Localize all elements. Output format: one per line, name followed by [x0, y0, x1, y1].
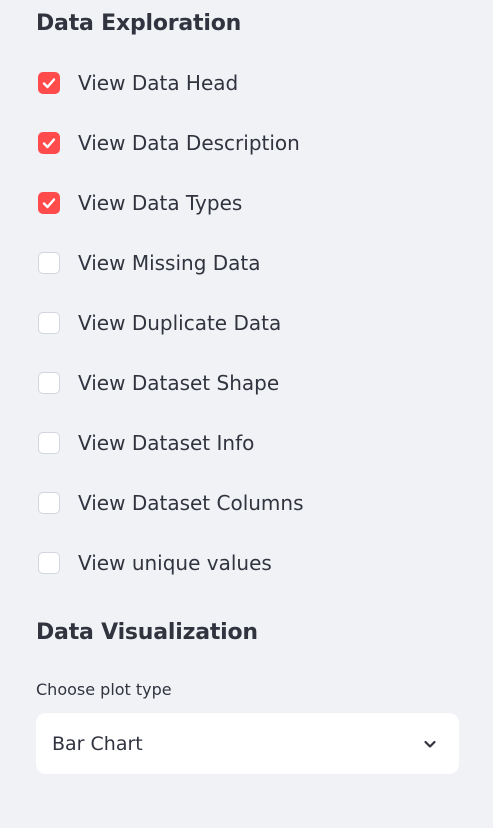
data-exploration-heading: Data Exploration	[36, 11, 242, 36]
checkbox-box[interactable]	[38, 192, 60, 214]
checkbox-label: View Data Types	[78, 191, 243, 215]
checkmark-icon	[42, 78, 56, 89]
checkbox-view-missing-data[interactable]: View Missing Data	[38, 246, 304, 280]
checkmark-icon	[42, 198, 56, 209]
checkbox-label: View Data Description	[78, 131, 300, 155]
checkbox-box[interactable]	[38, 492, 60, 514]
checkbox-label: View Duplicate Data	[78, 311, 282, 335]
checkbox-view-dataset-columns[interactable]: View Dataset Columns	[38, 486, 304, 520]
plot-type-select[interactable]: Bar Chart	[36, 713, 459, 774]
checkbox-label: View Dataset Columns	[78, 491, 304, 515]
checkbox-view-data-head[interactable]: View Data Head	[38, 66, 304, 100]
checkbox-label: View unique values	[78, 551, 272, 575]
checkbox-label: View Missing Data	[78, 251, 261, 275]
plot-type-label: Choose plot type	[36, 680, 172, 699]
checkbox-view-unique-values[interactable]: View unique values	[38, 546, 304, 580]
checkbox-view-dataset-info[interactable]: View Dataset Info	[38, 426, 304, 460]
checkbox-label: View Dataset Info	[78, 431, 255, 455]
checkbox-box[interactable]	[38, 252, 60, 274]
checkbox-box[interactable]	[38, 72, 60, 94]
checkbox-box[interactable]	[38, 312, 60, 334]
data-visualization-heading: Data Visualization	[36, 620, 258, 645]
chevron-down-icon[interactable]	[421, 735, 439, 753]
checkbox-view-data-types[interactable]: View Data Types	[38, 186, 304, 220]
checkbox-label: View Dataset Shape	[78, 371, 280, 395]
checkbox-box[interactable]	[38, 432, 60, 454]
checkbox-view-dataset-shape[interactable]: View Dataset Shape	[38, 366, 304, 400]
exploration-options-list: View Data Head View Data Description Vie…	[38, 66, 304, 606]
checkmark-icon	[42, 138, 56, 149]
checkbox-box[interactable]	[38, 552, 60, 574]
checkbox-label: View Data Head	[78, 71, 239, 95]
checkbox-box[interactable]	[38, 132, 60, 154]
checkbox-box[interactable]	[38, 372, 60, 394]
checkbox-view-duplicate-data[interactable]: View Duplicate Data	[38, 306, 304, 340]
checkbox-view-data-description[interactable]: View Data Description	[38, 126, 304, 160]
plot-type-selected-value: Bar Chart	[52, 732, 143, 755]
